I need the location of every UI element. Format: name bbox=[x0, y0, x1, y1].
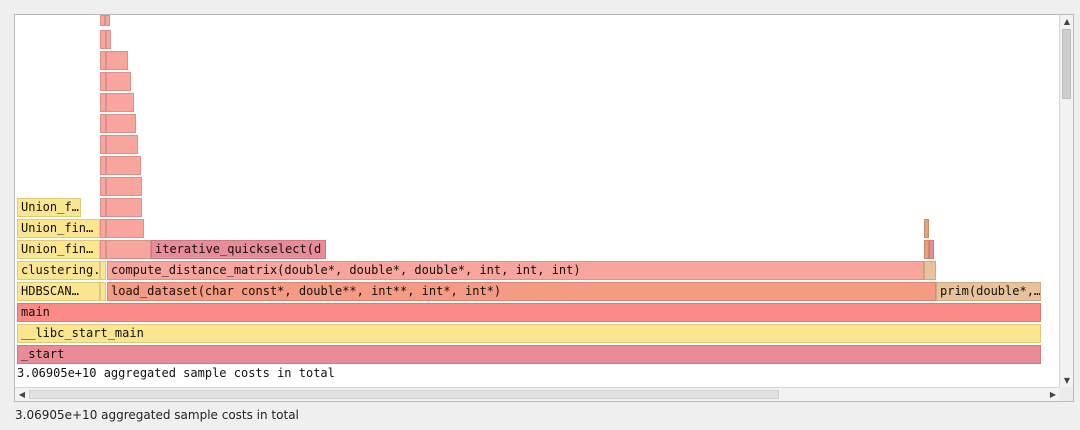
frame-small-4b[interactable] bbox=[924, 261, 936, 280]
frame-small-10b[interactable] bbox=[106, 135, 138, 154]
frame-small-14b[interactable] bbox=[106, 51, 128, 70]
frame-small-6b[interactable] bbox=[106, 219, 144, 238]
frame-load-dataset[interactable]: load_dataset(char const*, double**, int*… bbox=[107, 282, 936, 301]
frame-clustering[interactable]: clustering. bbox=[17, 261, 100, 280]
vertical-scrollbar[interactable]: ▲ ▼ bbox=[1059, 15, 1073, 388]
frame-small-4a[interactable] bbox=[100, 261, 106, 280]
frame-iterative-quickselect[interactable]: iterative_quickselect(d bbox=[151, 240, 326, 259]
scroll-up-icon[interactable]: ▲ bbox=[1060, 15, 1073, 29]
frame-hdbscan[interactable]: HDBSCAN… bbox=[17, 282, 100, 301]
scrollbar-corner bbox=[1059, 387, 1073, 401]
flamegraph-canvas: _start __libc_start_main main HDBSCAN… l… bbox=[15, 15, 1060, 388]
horizontal-scrollbar[interactable]: ◀ ▶ bbox=[15, 387, 1060, 401]
frame-union-f[interactable]: Union_f… bbox=[17, 198, 81, 217]
frame-libc-start-main[interactable]: __libc_start_main bbox=[17, 324, 1041, 343]
frame-start[interactable]: _start bbox=[17, 345, 1041, 364]
frame-compute-distance-matrix[interactable]: compute_distance_matrix(double*, double*… bbox=[107, 261, 924, 280]
frame-prim[interactable]: prim(double*,… bbox=[936, 282, 1041, 301]
status-bar-text: 3.06905e+10 aggregated sample costs in t… bbox=[15, 408, 299, 422]
scroll-down-icon[interactable]: ▼ bbox=[1060, 374, 1073, 388]
frame-small-7b[interactable] bbox=[106, 198, 142, 217]
flamegraph-panel: _start __libc_start_main main HDBSCAN… l… bbox=[14, 14, 1074, 402]
frame-small-15b[interactable] bbox=[106, 30, 111, 49]
frame-small-11b[interactable] bbox=[106, 114, 136, 133]
frame-main[interactable]: main bbox=[17, 303, 1041, 322]
frame-small-16b[interactable] bbox=[105, 15, 110, 26]
frame-small-5b[interactable] bbox=[106, 240, 151, 259]
scroll-left-icon[interactable]: ◀ bbox=[15, 388, 29, 401]
frame-small-12b[interactable] bbox=[106, 93, 134, 112]
horizontal-scroll-thumb[interactable] bbox=[29, 390, 779, 399]
frame-hdbscan-small[interactable] bbox=[100, 282, 106, 301]
frame-small-13b[interactable] bbox=[106, 72, 131, 91]
frame-union-fin-2[interactable]: Union_fin… bbox=[17, 219, 100, 238]
total-cost-label: 3.06905e+10 aggregated sample costs in t… bbox=[17, 366, 335, 380]
frame-small-9b[interactable] bbox=[106, 156, 141, 175]
frame-small-8b[interactable] bbox=[106, 177, 142, 196]
frame-small-5d[interactable] bbox=[929, 240, 934, 259]
frame-union-fin-1[interactable]: Union_fin… bbox=[17, 240, 100, 259]
frame-small-6c[interactable] bbox=[924, 219, 929, 238]
vertical-scroll-thumb[interactable] bbox=[1062, 29, 1071, 99]
scroll-right-icon[interactable]: ▶ bbox=[1046, 388, 1060, 401]
